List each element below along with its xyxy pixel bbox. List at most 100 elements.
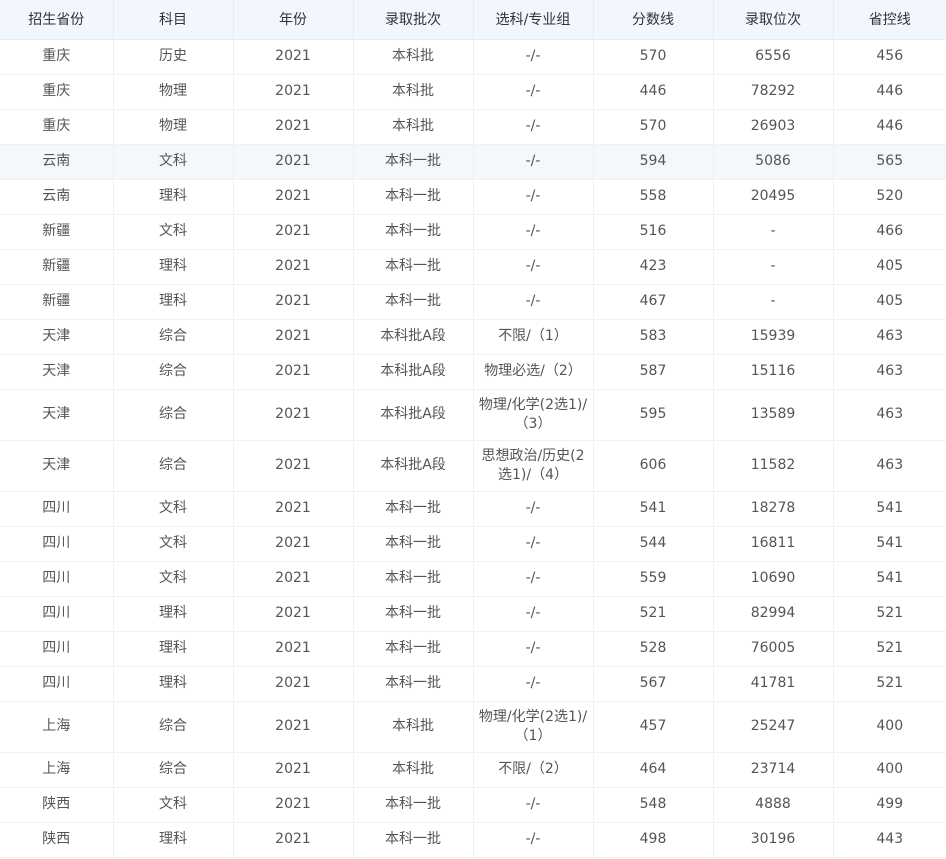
cell-year: 2021 <box>233 144 354 180</box>
cell-subject-group: -/- <box>473 214 594 250</box>
cell-province: 天津 <box>0 319 114 355</box>
table-row[interactable]: 重庆 历史 2021 本科批 -/- 570 6556 456 <box>0 39 946 75</box>
table-row[interactable]: 四川 理科 2021 本科一批 -/- 521 82994 521 <box>0 596 946 632</box>
cell-batch: 本科一批 <box>353 144 474 180</box>
cell-score-line: 544 <box>593 526 714 562</box>
cell-control-line: 443 <box>833 822 946 858</box>
cell-rank: - <box>713 249 834 285</box>
cell-subject-group: -/- <box>473 284 594 320</box>
cell-subject-group: -/- <box>473 526 594 562</box>
cell-control-line: 520 <box>833 179 946 215</box>
table-row[interactable]: 天津 综合 2021 本科批A段 物理/化学(2选1)/（3） 595 13589 463 <box>0 389 946 441</box>
cell-subject: 文科 <box>113 144 234 180</box>
cell-control-line: 456 <box>833 39 946 75</box>
table-row[interactable]: 陕西 文科 2021 本科一批 -/- 548 4888 499 <box>0 787 946 823</box>
cell-score-line: 595 <box>593 389 714 441</box>
cell-score-line: 583 <box>593 319 714 355</box>
cell-rank: 11582 <box>713 440 834 492</box>
header-batch[interactable]: 录取批次 <box>353 0 474 40</box>
cell-subject: 物理 <box>113 109 234 145</box>
cell-rank: - <box>713 284 834 320</box>
cell-score-line: 570 <box>593 109 714 145</box>
cell-score-line: 570 <box>593 39 714 75</box>
cell-batch: 本科批A段 <box>353 389 474 441</box>
cell-batch: 本科一批 <box>353 787 474 823</box>
cell-year: 2021 <box>233 701 354 753</box>
cell-batch: 本科批 <box>353 74 474 110</box>
cell-control-line: 521 <box>833 631 946 667</box>
table-row[interactable]: 四川 文科 2021 本科一批 -/- 544 16811 541 <box>0 526 946 562</box>
table-row[interactable]: 上海 综合 2021 本科批 物理/化学(2选1)/（1） 457 25247 400 <box>0 701 946 753</box>
cell-score-line: 606 <box>593 440 714 492</box>
cell-rank: 20495 <box>713 179 834 215</box>
cell-rank: 26903 <box>713 109 834 145</box>
cell-subject: 理科 <box>113 822 234 858</box>
table-row[interactable]: 天津 综合 2021 本科批A段 物理必选/（2） 587 15116 463 <box>0 354 946 390</box>
cell-subject-group: -/- <box>473 666 594 702</box>
cell-year: 2021 <box>233 74 354 110</box>
table-row[interactable]: 四川 文科 2021 本科一批 -/- 541 18278 541 <box>0 491 946 527</box>
header-control-line[interactable]: 省控线 <box>833 0 946 40</box>
header-rank[interactable]: 录取位次 <box>713 0 834 40</box>
cell-rank: 41781 <box>713 666 834 702</box>
cell-province: 天津 <box>0 389 114 441</box>
table-row[interactable]: 四川 理科 2021 本科一批 -/- 567 41781 521 <box>0 666 946 702</box>
cell-year: 2021 <box>233 354 354 390</box>
table-row[interactable]: 云南 文科 2021 本科一批 -/- 594 5086 565 <box>0 144 946 180</box>
cell-subject: 理科 <box>113 284 234 320</box>
header-subject-group[interactable]: 选科/专业组 <box>473 0 594 40</box>
cell-province: 天津 <box>0 354 114 390</box>
table-row[interactable]: 新疆 理科 2021 本科一批 -/- 423-405 <box>0 249 946 285</box>
cell-subject-group: -/- <box>473 561 594 597</box>
table-row[interactable]: 云南 理科 2021 本科一批 -/- 558 20495 520 <box>0 179 946 215</box>
table-row[interactable]: 天津 综合 2021 本科批A段 不限/（1） 583 15939 463 <box>0 319 946 355</box>
table-row[interactable]: 重庆 物理 2021 本科批 -/- 446 78292 446 <box>0 74 946 110</box>
cell-subject-group: -/- <box>473 249 594 285</box>
cell-control-line: 463 <box>833 354 946 390</box>
cell-batch: 本科一批 <box>353 179 474 215</box>
cell-subject: 理科 <box>113 179 234 215</box>
cell-subject-group: 不限/（1） <box>473 319 594 355</box>
cell-subject-group: 思想政治/历史(2选1)/（4） <box>473 440 594 492</box>
cell-batch: 本科批 <box>353 752 474 788</box>
cell-province: 新疆 <box>0 284 114 320</box>
cell-subject-group: -/- <box>473 787 594 823</box>
cell-province: 天津 <box>0 440 114 492</box>
cell-control-line: 405 <box>833 249 946 285</box>
table-row[interactable]: 新疆 理科 2021 本科一批 -/- 467-405 <box>0 284 946 320</box>
cell-batch: 本科批A段 <box>353 319 474 355</box>
table-body: 重庆 历史 2021 本科批 -/- 570 6556 456 重庆 物理 2021 本科批 -/- 44… <box>0 39 946 858</box>
cell-year: 2021 <box>233 284 354 320</box>
cell-rank: 82994 <box>713 596 834 632</box>
cell-batch: 本科批A段 <box>353 440 474 492</box>
table-row[interactable]: 天津 综合 2021 本科批A段 思想政治/历史(2选1)/（4） 606 11582 463 <box>0 440 946 492</box>
table-row[interactable]: 新疆 文科 2021 本科一批 -/- 516-466 <box>0 214 946 250</box>
table-row[interactable]: 四川 理科 2021 本科一批 -/- 528 76005 521 <box>0 631 946 667</box>
cell-province: 四川 <box>0 526 114 562</box>
table-row[interactable]: 重庆 物理 2021 本科批 -/- 570 26903 446 <box>0 109 946 145</box>
header-province[interactable]: 招生省份 <box>0 0 114 40</box>
cell-year: 2021 <box>233 822 354 858</box>
cell-score-line: 567 <box>593 666 714 702</box>
cell-batch: 本科一批 <box>353 666 474 702</box>
cell-subject: 综合 <box>113 440 234 492</box>
cell-subject: 综合 <box>113 319 234 355</box>
table-row[interactable]: 四川 文科 2021 本科一批 -/- 559 10690 541 <box>0 561 946 597</box>
header-subject[interactable]: 科目 <box>113 0 234 40</box>
cell-subject: 文科 <box>113 491 234 527</box>
cell-province: 上海 <box>0 752 114 788</box>
cell-subject-group: -/- <box>473 39 594 75</box>
table-row[interactable]: 陕西 理科 2021 本科一批 -/- 498 30196 443 <box>0 822 946 858</box>
table-header: 招生省份 科目 年份 录取批次 选科/专业组 分数线 录取位次 省控线 <box>0 0 946 40</box>
cell-control-line: 499 <box>833 787 946 823</box>
header-score-line[interactable]: 分数线 <box>593 0 714 40</box>
cell-subject: 理科 <box>113 249 234 285</box>
cell-subject-group: -/- <box>473 491 594 527</box>
table-row[interactable]: 上海 综合 2021 本科批 不限/（2） 464 23714 400 <box>0 752 946 788</box>
cell-year: 2021 <box>233 631 354 667</box>
cell-province: 云南 <box>0 179 114 215</box>
cell-control-line: 565 <box>833 144 946 180</box>
cell-year: 2021 <box>233 491 354 527</box>
cell-control-line: 446 <box>833 109 946 145</box>
header-year[interactable]: 年份 <box>233 0 354 40</box>
